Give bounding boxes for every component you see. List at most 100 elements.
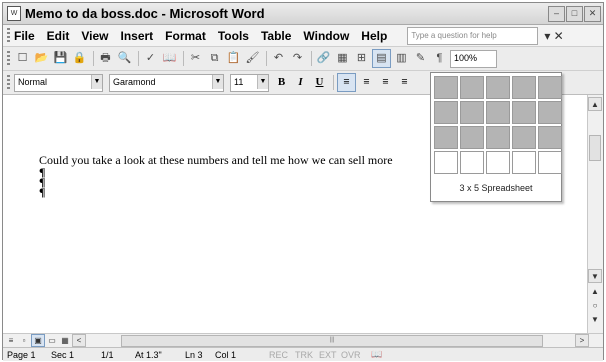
status-rec[interactable]: REC (269, 350, 295, 360)
menu-help[interactable]: Help (361, 29, 387, 43)
spreadsheet-grid-cell[interactable] (434, 126, 458, 149)
drawing-icon[interactable]: ✎ (412, 50, 429, 67)
spreadsheet-grid-cell[interactable] (434, 76, 458, 99)
document-text[interactable]: Could you take a look at these numbers a… (39, 153, 393, 168)
spreadsheet-grid-cell[interactable] (486, 76, 510, 99)
align-left-button[interactable]: ≡ (337, 73, 356, 92)
formatbar-grip[interactable] (7, 74, 10, 91)
spreadsheet-grid-cell[interactable] (434, 151, 458, 174)
spreadsheet-grid-cell[interactable] (538, 126, 562, 149)
permission-icon[interactable]: 🔒 (71, 50, 88, 67)
outline-view-icon[interactable]: ▭ (46, 335, 58, 346)
spreadsheet-grid-cell[interactable] (512, 151, 536, 174)
undo-icon[interactable]: ↶ (270, 50, 287, 67)
insert-table-icon[interactable]: ⊞ (353, 50, 370, 67)
scroll-left-icon[interactable]: < (72, 334, 86, 347)
underline-button[interactable]: U (311, 74, 328, 91)
cut-icon[interactable]: ✂ (187, 50, 204, 67)
redo-icon[interactable]: ↷ (289, 50, 306, 67)
horizontal-scrollbar: ≡ ▫ ▣ ▭ ▦ < ||| > (3, 333, 603, 347)
menu-tools[interactable]: Tools (218, 29, 249, 43)
status-ovr[interactable]: OVR (341, 350, 371, 360)
insert-spreadsheet-icon[interactable]: ▤ (372, 49, 391, 68)
paste-icon[interactable]: 📋 (225, 50, 242, 67)
columns-icon[interactable]: ▥ (393, 50, 410, 67)
document-close-icon[interactable]: ▾ ✕ (544, 29, 563, 43)
spelling-status-icon[interactable]: 📖 (371, 349, 382, 360)
print-preview-icon[interactable]: 🔍 (116, 50, 133, 67)
scroll-down-icon[interactable]: ▼ (588, 269, 602, 283)
format-painter-icon[interactable]: 🖌 (244, 50, 261, 67)
vertical-scrollbar[interactable]: ▲ ▼ ▲ ○ ▼ (587, 95, 603, 333)
vertical-scroll-thumb[interactable] (589, 135, 601, 161)
zoom-box[interactable]: 100% (450, 49, 497, 68)
chevron-down-icon[interactable]: ▼ (212, 74, 223, 89)
status-section: Sec 1 (51, 349, 75, 360)
font-select[interactable]: Garamond ▼ (109, 73, 224, 92)
normal-view-icon[interactable]: ≡ (5, 335, 17, 346)
spreadsheet-grid-cell[interactable] (486, 126, 510, 149)
open-icon[interactable]: 📂 (33, 50, 50, 67)
menu-table[interactable]: Table (261, 29, 291, 43)
spreadsheet-grid-cell[interactable] (460, 151, 484, 174)
spreadsheet-grid-cell[interactable] (486, 151, 510, 174)
ask-question-input[interactable]: Type a question for help (407, 26, 539, 45)
spreadsheet-grid-cell[interactable] (512, 76, 536, 99)
maximize-button[interactable]: □ (566, 6, 583, 22)
style-select[interactable]: Normal ▼ (14, 73, 103, 92)
hyperlink-icon[interactable]: 🔗 (315, 50, 332, 67)
tables-borders-icon[interactable]: ▦ (334, 50, 351, 67)
print-icon[interactable]: 🖶 (97, 50, 114, 67)
chevron-down-icon[interactable]: ▼ (257, 74, 268, 89)
justify-button[interactable]: ≡ (396, 74, 413, 91)
bold-button[interactable]: B (273, 74, 290, 91)
reading-layout-view-icon[interactable]: ▦ (59, 335, 71, 346)
menubar-grip[interactable] (7, 27, 10, 44)
close-button[interactable]: ✕ (584, 6, 601, 22)
status-line: Ln 3 (185, 349, 203, 360)
spreadsheet-grid-cell[interactable] (486, 101, 510, 124)
menu-view[interactable]: View (81, 29, 108, 43)
spreadsheet-grid-cell[interactable] (460, 76, 484, 99)
scroll-right-icon[interactable]: > (575, 334, 589, 347)
print-layout-view-icon[interactable]: ▣ (31, 334, 45, 347)
previous-page-icon[interactable]: ▲ (588, 285, 602, 299)
toolbar-grip[interactable] (7, 50, 10, 67)
next-page-icon[interactable]: ▼ (588, 313, 602, 327)
spreadsheet-grid-cell[interactable] (434, 101, 458, 124)
web-layout-view-icon[interactable]: ▫ (18, 335, 30, 346)
menu-window[interactable]: Window (303, 29, 349, 43)
menu-format[interactable]: Format (165, 29, 206, 43)
menu-insert[interactable]: Insert (120, 29, 153, 43)
save-icon[interactable]: 💾 (52, 50, 69, 67)
align-right-button[interactable]: ≡ (377, 74, 394, 91)
toolbar-separator (266, 51, 267, 66)
italic-button[interactable]: I (292, 74, 309, 91)
word-document-icon[interactable]: W (7, 6, 21, 21)
select-browse-object-icon[interactable]: ○ (588, 299, 602, 313)
horizontal-scroll-thumb[interactable]: ||| (121, 334, 543, 347)
style-value: Normal (18, 76, 48, 87)
spreadsheet-grid-cell[interactable] (538, 101, 562, 124)
scroll-up-icon[interactable]: ▲ (588, 97, 602, 111)
spreadsheet-grid-cell[interactable] (538, 151, 562, 174)
toolbar-separator (333, 75, 334, 90)
minimize-button[interactable]: – (548, 6, 565, 22)
spreadsheet-grid-cell[interactable] (512, 126, 536, 149)
font-size-select[interactable]: 11 ▼ (230, 73, 269, 92)
spreadsheet-grid-cell[interactable] (512, 101, 536, 124)
show-hide-icon[interactable]: ¶ (431, 50, 448, 67)
research-icon[interactable]: 📖 (161, 50, 178, 67)
new-document-icon[interactable]: ☐ (14, 50, 31, 67)
spreadsheet-grid-cell[interactable] (460, 126, 484, 149)
spelling-icon[interactable]: ✓ (142, 50, 159, 67)
spreadsheet-grid-cell[interactable] (538, 76, 562, 99)
menu-file[interactable]: File (14, 29, 35, 43)
spreadsheet-grid-cell[interactable] (460, 101, 484, 124)
chevron-down-icon[interactable]: ▼ (91, 74, 102, 89)
menu-edit[interactable]: Edit (47, 29, 70, 43)
copy-icon[interactable]: ⧉ (206, 50, 223, 67)
status-ext[interactable]: EXT (319, 350, 341, 360)
status-trk[interactable]: TRK (295, 350, 319, 360)
align-center-button[interactable]: ≡ (358, 74, 375, 91)
